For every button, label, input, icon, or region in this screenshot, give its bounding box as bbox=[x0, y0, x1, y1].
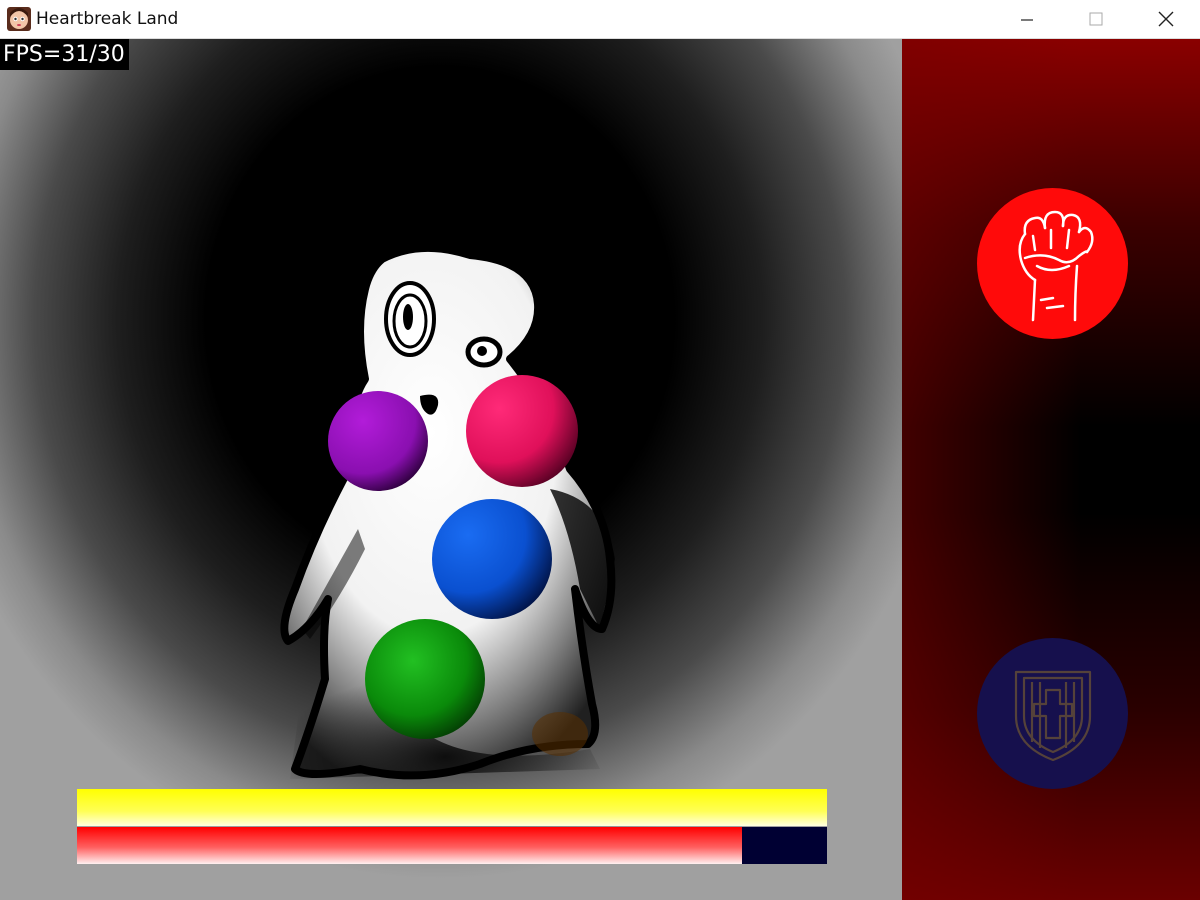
maximize-icon bbox=[1089, 12, 1103, 26]
maximize-button[interactable] bbox=[1066, 0, 1126, 38]
minimize-icon bbox=[1021, 19, 1033, 21]
health-bar-fill bbox=[77, 827, 743, 864]
title-bar: Heartbreak Land bbox=[0, 0, 1200, 39]
timing-bar bbox=[77, 789, 827, 826]
close-icon bbox=[1158, 11, 1174, 27]
fist-icon bbox=[1017, 210, 1094, 321]
shield-icon bbox=[1014, 670, 1091, 761]
action-panel bbox=[902, 39, 1200, 900]
defend-button[interactable] bbox=[977, 638, 1128, 789]
health-bar bbox=[77, 827, 827, 864]
doll-face-icon bbox=[7, 7, 31, 31]
window-title: Heartbreak Land bbox=[36, 9, 179, 29]
game-canvas[interactable]: FPS=31/30 bbox=[0, 39, 1200, 900]
battle-arena bbox=[0, 39, 902, 900]
fps-counter: FPS=31/30 bbox=[0, 39, 129, 70]
close-button[interactable] bbox=[1136, 0, 1196, 38]
polka-dot-ghost[interactable] bbox=[270, 209, 630, 793]
minimize-button[interactable] bbox=[997, 0, 1057, 38]
attack-button[interactable] bbox=[977, 188, 1128, 339]
